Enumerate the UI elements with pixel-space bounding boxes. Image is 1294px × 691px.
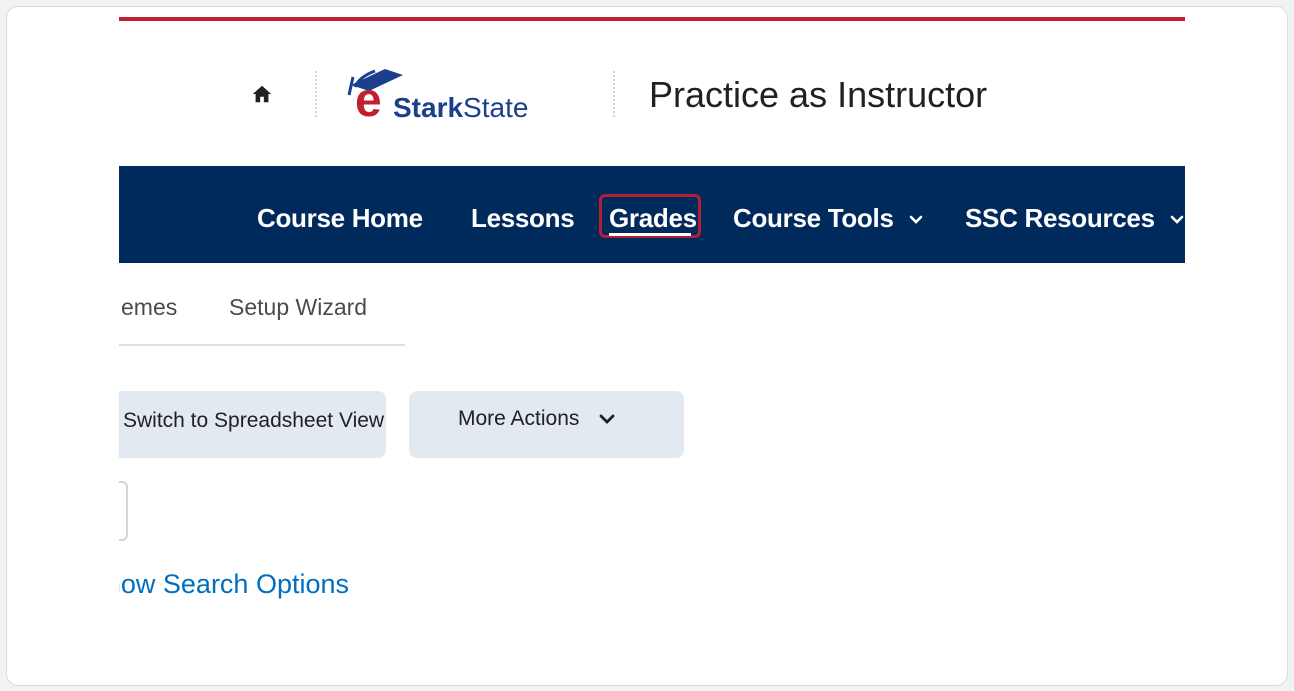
chevron-down-icon xyxy=(599,414,615,424)
nav-ssc-resources-label: SSC Resources xyxy=(965,203,1155,233)
search-input[interactable] xyxy=(119,481,128,541)
grades-active-underline xyxy=(609,233,691,236)
home-icon[interactable] xyxy=(251,83,273,105)
course-navbar: Course Home Lessons Grades Course Tools … xyxy=(119,166,1185,263)
switch-to-spreadsheet-view-button[interactable]: Switch to Spreadsheet View xyxy=(119,391,386,458)
nav-course-tools-label: Course Tools xyxy=(733,203,894,233)
estarkstate-logo[interactable]: e StarkState xyxy=(345,65,585,125)
chevron-down-icon xyxy=(1170,215,1183,224)
browser-viewport: e StarkState Practice as Instructor Cour… xyxy=(119,7,1185,685)
tab-schemes[interactable]: emes xyxy=(121,293,177,321)
header-separator xyxy=(315,71,317,117)
nav-course-home[interactable]: Course Home xyxy=(257,202,423,234)
brand-top-rule xyxy=(119,17,1185,21)
more-actions-button[interactable]: More Actions xyxy=(409,391,684,458)
subtab-divider xyxy=(119,344,405,346)
switch-to-spreadsheet-view-label: Switch to Spreadsheet View xyxy=(123,409,385,432)
logo-wordmark: StarkState xyxy=(393,92,528,124)
nav-lessons[interactable]: Lessons xyxy=(471,202,575,234)
course-title[interactable]: Practice as Instructor xyxy=(649,73,987,117)
nav-course-tools[interactable]: Course Tools xyxy=(733,202,923,234)
more-actions-label: More Actions xyxy=(458,407,580,430)
show-search-options-link[interactable]: Show Search Options xyxy=(119,567,349,601)
logo-e-letter: e xyxy=(355,74,382,127)
logo-state-text: State xyxy=(463,92,529,123)
search-options-clip: Show Search Options xyxy=(119,567,349,603)
logo-stark-text: Stark xyxy=(393,92,464,123)
tab-setup-wizard[interactable]: Setup Wizard xyxy=(229,293,367,321)
nav-ssc-resources[interactable]: SSC Resources xyxy=(965,202,1184,234)
nav-grades[interactable]: Grades xyxy=(609,202,697,234)
header-separator xyxy=(613,71,615,117)
chevron-down-icon xyxy=(909,215,922,224)
screenshot-frame: e StarkState Practice as Instructor Cour… xyxy=(6,6,1288,686)
